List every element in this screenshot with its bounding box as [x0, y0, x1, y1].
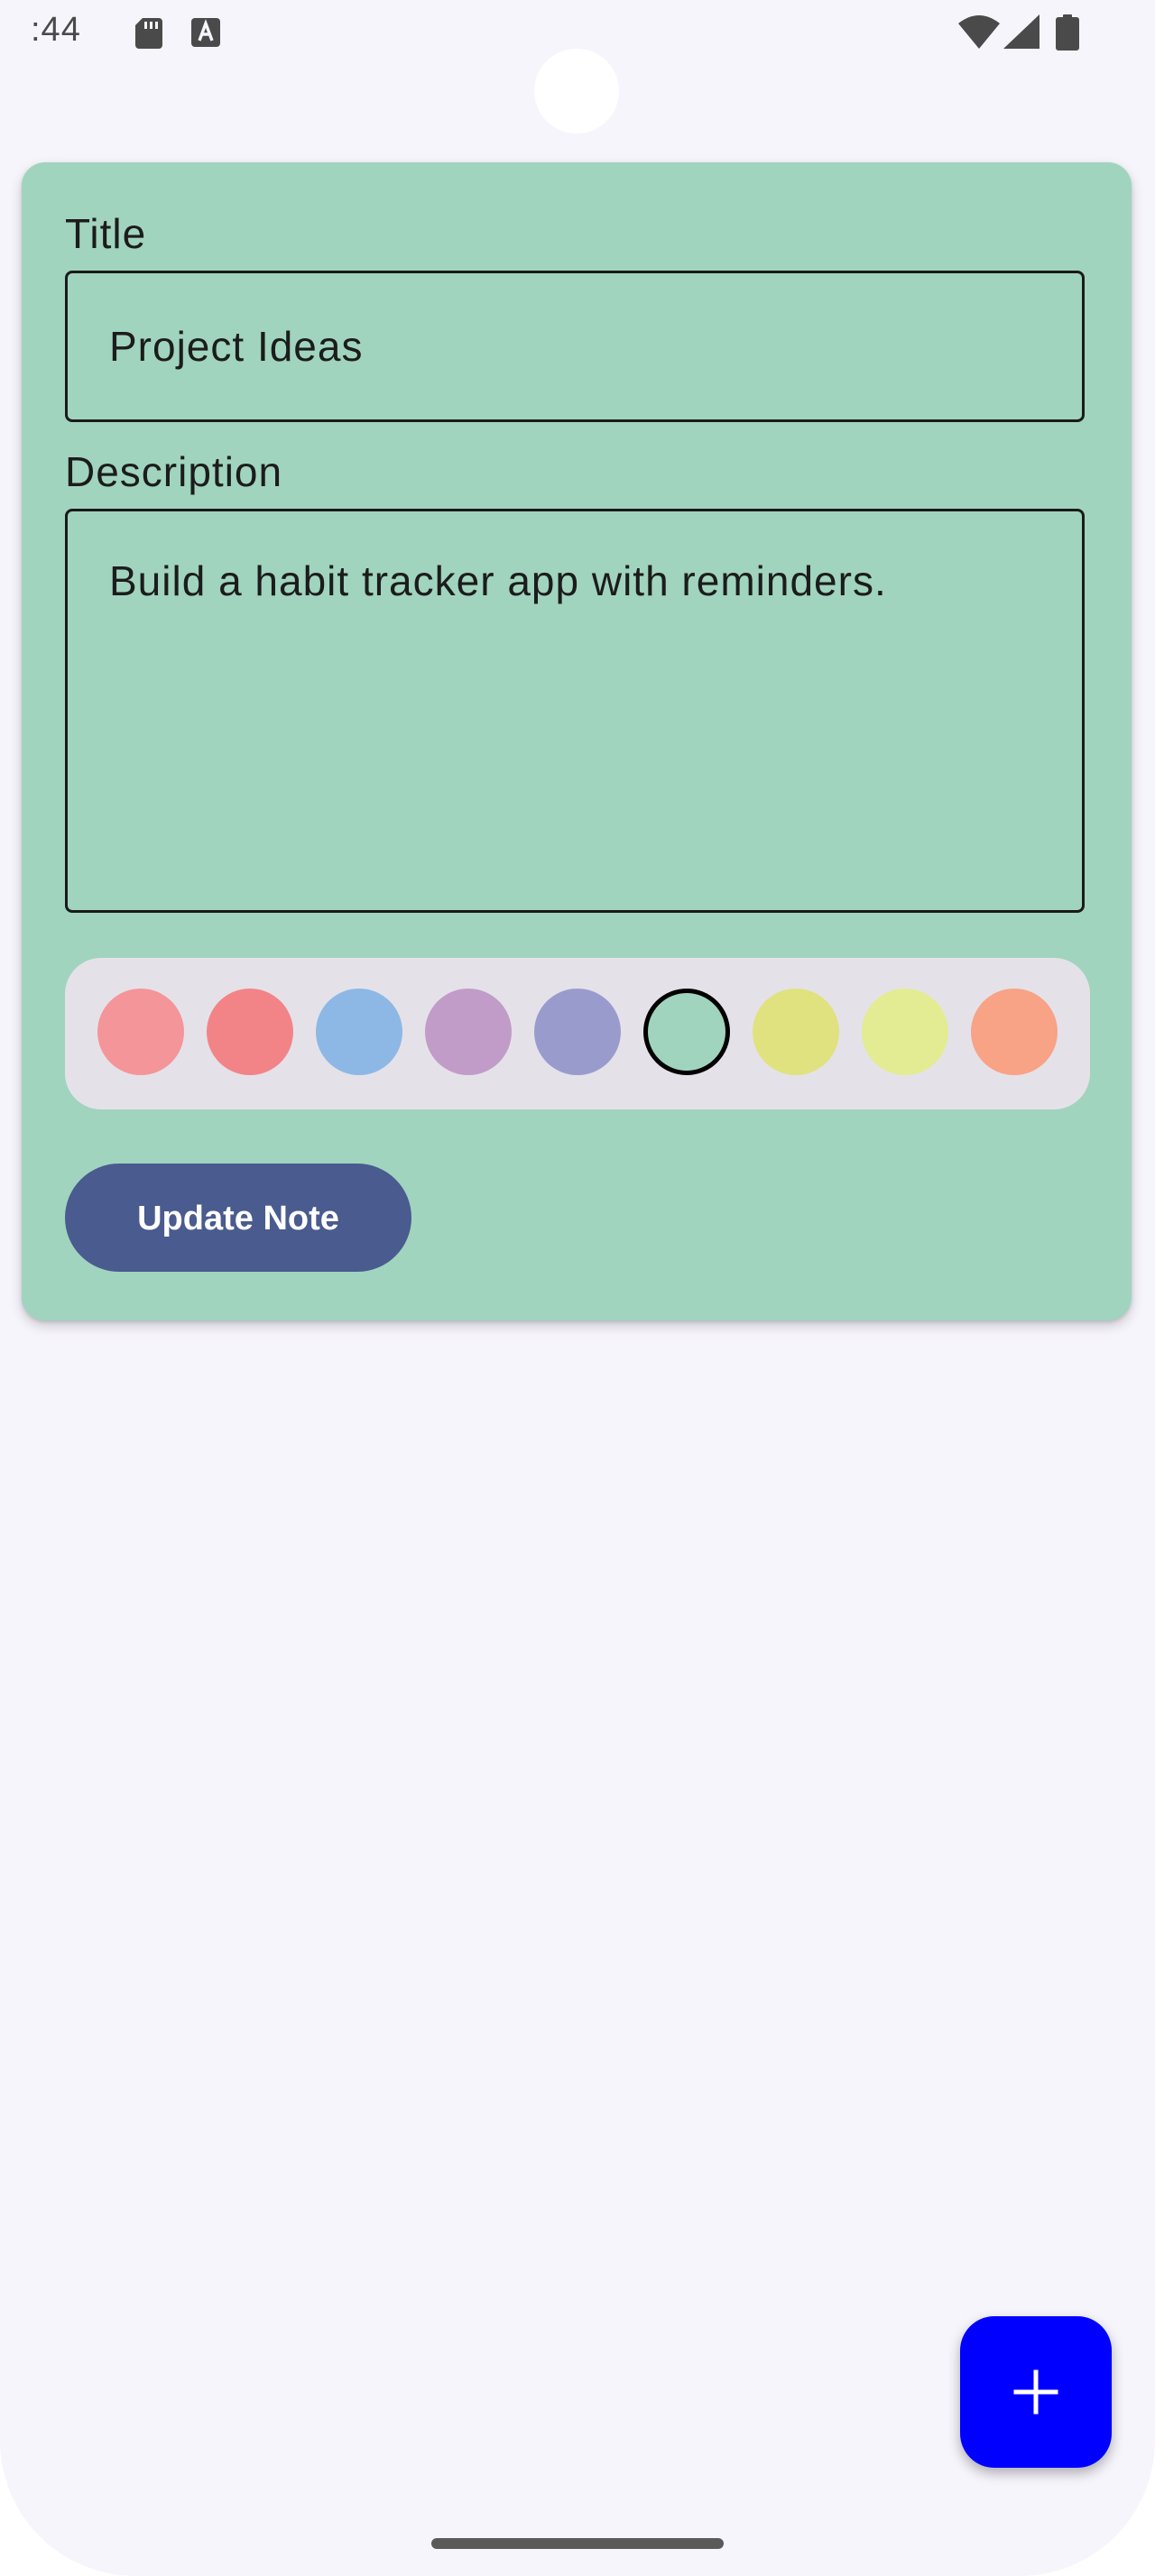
- note-editor-card: Title Project Ideas Description Build a …: [22, 162, 1132, 1320]
- camera-cutout: [534, 49, 619, 133]
- color-swatch[interactable]: [862, 989, 948, 1075]
- wifi-icon: [958, 15, 1000, 49]
- color-swatch[interactable]: [425, 989, 512, 1075]
- cell-signal-icon: [1003, 14, 1040, 49]
- plus-icon: [1013, 2369, 1058, 2415]
- color-swatch[interactable]: [316, 989, 402, 1075]
- status-time: :44: [31, 11, 81, 49]
- color-swatch[interactable]: [643, 989, 730, 1075]
- color-swatch[interactable]: [207, 989, 293, 1075]
- color-swatch[interactable]: [97, 989, 184, 1075]
- battery-icon: [1056, 14, 1079, 51]
- title-input[interactable]: Project Ideas: [65, 271, 1085, 422]
- update-note-button[interactable]: Update Note: [65, 1164, 411, 1272]
- app-screen: :44 Title Project Ideas Description Buil…: [0, 0, 1155, 2576]
- color-swatch[interactable]: [971, 989, 1058, 1075]
- add-note-fab[interactable]: [960, 2316, 1112, 2468]
- home-indicator[interactable]: [431, 2538, 724, 2549]
- accessibility-a-icon: [191, 18, 220, 47]
- color-swatch[interactable]: [534, 989, 621, 1075]
- title-label: Title: [65, 210, 147, 257]
- description-label: Description: [65, 448, 283, 495]
- sd-card-icon: [135, 18, 162, 49]
- color-picker-row: [65, 958, 1090, 1109]
- color-swatch[interactable]: [753, 989, 839, 1075]
- description-input[interactable]: Build a habit tracker app with reminders…: [65, 509, 1085, 913]
